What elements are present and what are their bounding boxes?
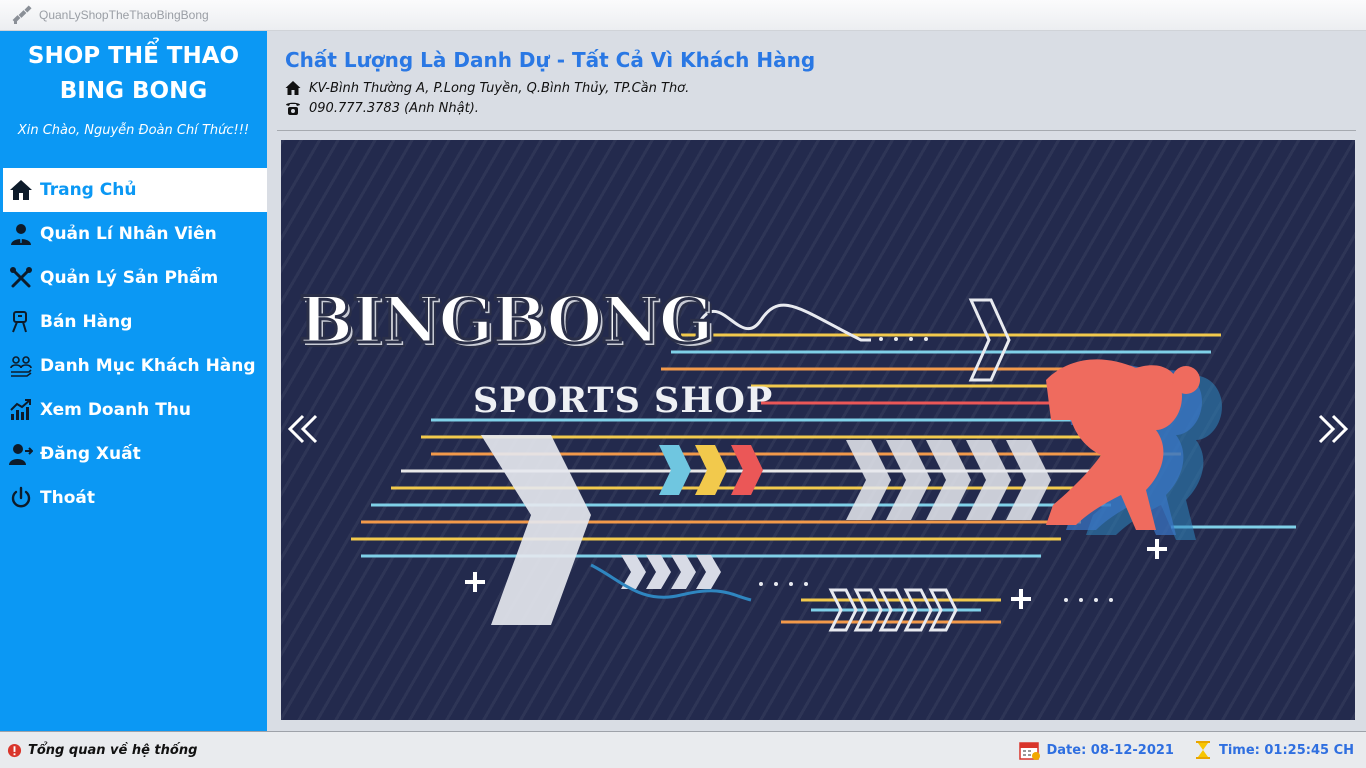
chart-icon bbox=[8, 397, 34, 423]
customers-icon bbox=[8, 353, 34, 379]
menu-item-xem-doanh-thu[interactable]: Xem Doanh Thu bbox=[3, 388, 267, 432]
status-datetime: Date: 08-12-2021 Time: 01:25:45 CH bbox=[1019, 740, 1354, 760]
brand: SHOP THỂ THAO BING BONG bbox=[0, 31, 267, 109]
status-date: Date: 08-12-2021 bbox=[1019, 740, 1174, 760]
sell-icon bbox=[8, 309, 34, 335]
banner-image: BINGBONG SPORTS SHOP bbox=[281, 140, 1355, 720]
address-line: KV-Bình Thường A, P.Long Tuyền, Q.Bình T… bbox=[285, 80, 689, 96]
small-chevrons bbox=[621, 555, 721, 589]
menu-item-label: Bán Hàng bbox=[40, 312, 133, 332]
menu-item-label: Xem Doanh Thu bbox=[40, 400, 191, 420]
brand-line-2: BING BONG bbox=[59, 78, 208, 104]
status-overview: Tổng quan về hệ thống bbox=[7, 743, 197, 758]
menu-item-label: Đăng Xuất bbox=[40, 444, 141, 464]
menu-item-trang-chu[interactable]: Trang Chủ bbox=[3, 168, 267, 212]
address-text: KV-Bình Thường A, P.Long Tuyền, Q.Bình T… bbox=[309, 80, 690, 96]
main-menu: Trang Chủ Quản Lí Nhân Viên Quản Lý Sản … bbox=[3, 168, 267, 520]
wave-bottom bbox=[590, 563, 752, 602]
brand-line-1: SHOP THỂ THAO bbox=[27, 43, 240, 69]
main-content: Chất Lượng Là Danh Dự - Tất Cả Vì Khách … bbox=[267, 31, 1366, 731]
home-small-icon bbox=[285, 80, 301, 96]
runner-silhouette bbox=[1046, 359, 1222, 540]
banner-next-button[interactable] bbox=[1315, 412, 1351, 446]
app-icon bbox=[10, 3, 34, 27]
menu-item-label: Thoát bbox=[40, 488, 95, 508]
menu-item-danh-muc-khach-hang[interactable]: Danh Mục Khách Hàng bbox=[3, 344, 267, 388]
menu-item-quan-li-nhan-vien[interactable]: Quản Lí Nhân Viên bbox=[3, 212, 267, 256]
greeting: Xin Chào, Nguyễn Đoàn Chí Thức!!! bbox=[17, 123, 250, 138]
power-icon bbox=[8, 485, 34, 511]
colored-chevrons bbox=[659, 445, 763, 495]
white-chevrons bbox=[846, 440, 1051, 520]
status-time-text: Time: 01:25:45 CH bbox=[1218, 742, 1354, 758]
phone-icon bbox=[285, 100, 301, 116]
double-chevron-left-icon bbox=[287, 414, 318, 444]
status-time: Time: 01:25:45 CH bbox=[1192, 740, 1354, 760]
info-icon bbox=[7, 743, 22, 757]
status-date-text: Date: 08-12-2021 bbox=[1046, 742, 1174, 758]
logout-icon bbox=[8, 441, 34, 467]
big-chevron bbox=[481, 435, 591, 625]
banner-subtitle: SPORTS SHOP bbox=[473, 380, 774, 421]
slogan: Chất Lượng Là Danh Dự - Tất Cả Vì Khách … bbox=[285, 48, 816, 72]
double-chevron-right-icon bbox=[1318, 414, 1349, 444]
status-overview-text: Tổng quan về hệ thống bbox=[28, 742, 198, 758]
header-divider bbox=[277, 130, 1356, 131]
banner-artwork bbox=[351, 298, 1296, 632]
phone-text: 090.777.3783 (Anh Nhật). bbox=[309, 100, 479, 116]
banner-prev-button[interactable] bbox=[285, 412, 321, 446]
menu-item-label: Quản Lí Nhân Viên bbox=[40, 224, 217, 244]
phone-line: 090.777.3783 (Anh Nhật). bbox=[285, 100, 479, 116]
menu-item-label: Trang Chủ bbox=[40, 180, 137, 200]
menu-item-ban-hang[interactable]: Bán Hàng bbox=[3, 300, 267, 344]
status-bar: Tổng quan về hệ thống Date: 08-12-2021 T… bbox=[0, 731, 1366, 768]
sidebar: SHOP THỂ THAO BING BONG Xin Chào, Nguyễn… bbox=[0, 31, 267, 731]
window-title: QuanLyShopTheThaoBingBong bbox=[39, 8, 209, 22]
menu-item-label: Danh Mục Khách Hàng bbox=[40, 356, 256, 376]
calendar-icon bbox=[1019, 740, 1041, 760]
menu-item-dang-xuat[interactable]: Đăng Xuất bbox=[3, 432, 267, 476]
hourglass-icon bbox=[1192, 740, 1214, 760]
title-bar: QuanLyShopTheThaoBingBong bbox=[0, 0, 1366, 31]
user-icon bbox=[8, 221, 34, 247]
banner-title: BINGBONG bbox=[297, 282, 714, 360]
menu-item-quan-ly-san-pham[interactable]: Quản Lý Sản Phẩm bbox=[3, 256, 267, 300]
menu-item-thoat[interactable]: Thoát bbox=[3, 476, 267, 520]
home-icon bbox=[8, 177, 34, 203]
tools-icon bbox=[8, 265, 34, 291]
menu-item-label: Quản Lý Sản Phẩm bbox=[40, 268, 219, 288]
